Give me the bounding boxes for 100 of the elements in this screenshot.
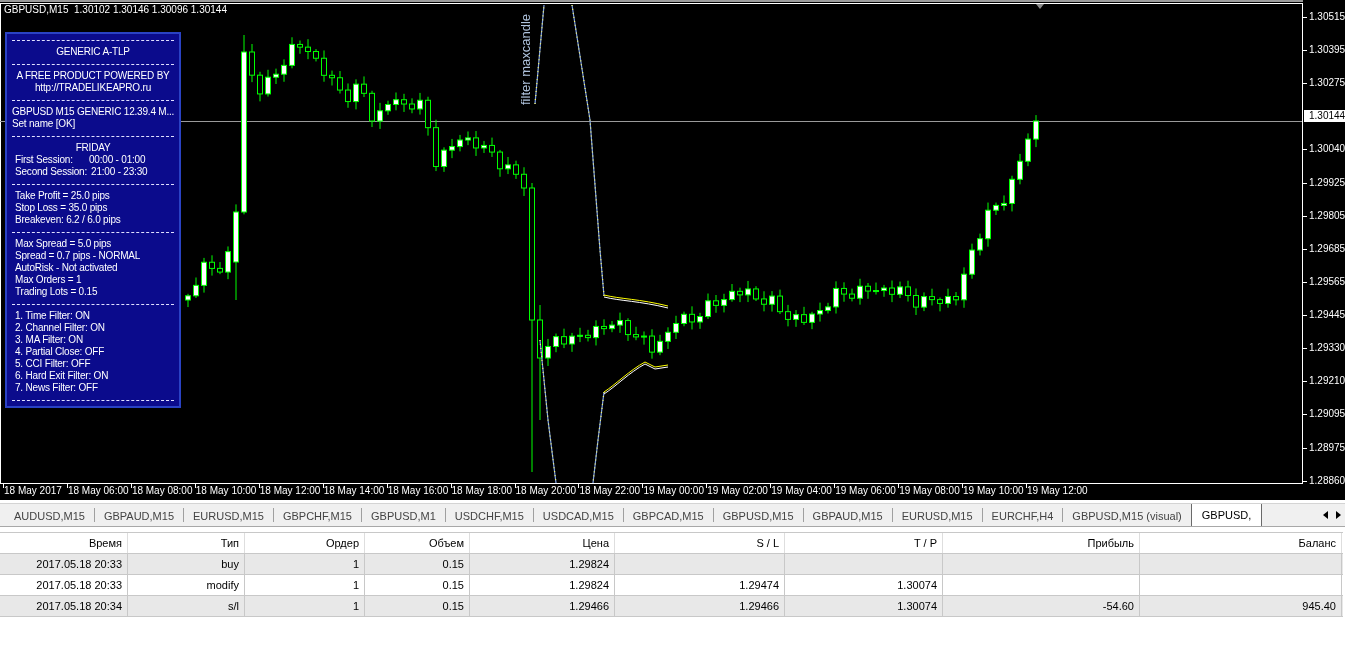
time-label: 18 May 20:00 <box>515 485 577 497</box>
time-label: 18 May 14:00 <box>323 485 385 497</box>
panel-text: A FREE PRODUCT POWERED BY <box>16 70 170 81</box>
caret-left-icon[interactable] <box>1323 511 1328 519</box>
column-header[interactable]: Ордер <box>245 533 365 553</box>
table-cell: s/l <box>128 596 245 616</box>
column-header[interactable]: Объем <box>365 533 470 553</box>
panel-text: Max Spread = 5.0 pips <box>15 238 112 249</box>
time-label: 19 May 02:00 <box>707 485 768 497</box>
column-header[interactable]: Прибыль <box>943 533 1140 553</box>
table-row[interactable]: 2017.05.18 20:33 modify 1 0.15 1.29824 1.29474 1.30074 <box>0 575 1343 596</box>
table-cell: 1.29466 <box>615 596 785 616</box>
panel-text: GBPUSD M15 GENERIC 12.39.4 M... <box>12 106 175 117</box>
table-cell: 1.29824 <box>470 575 615 595</box>
column-header[interactable]: Цена <box>470 533 615 553</box>
table-row[interactable]: 2017.05.18 20:33 buy 1 0.15 1.29824 <box>0 554 1343 575</box>
tab[interactable]: EURUSD,M15 <box>892 504 982 526</box>
panel-text: 3. MA Filter: ON <box>15 334 83 345</box>
table-cell: 0.15 <box>365 575 470 595</box>
time-label: 19 May 00:00 <box>643 485 704 497</box>
panel-text: http://TRADELIKEAPRO.ru <box>35 82 151 93</box>
panel-text: 4. Partial Close: OFF <box>15 346 105 357</box>
price-label: 1.30515 <box>1309 10 1345 23</box>
time-label: 18 May 16:00 <box>387 485 449 497</box>
tab[interactable]: EURCHF,H4 <box>982 504 1063 526</box>
column-header[interactable]: Баланс <box>1140 533 1342 553</box>
panel-text: GENERIC A-TLP <box>56 46 130 57</box>
time-label: 18 May 08:00 <box>131 485 193 497</box>
time-label: 19 May 04:00 <box>771 485 832 497</box>
column-header[interactable]: S / L <box>615 533 785 553</box>
time-label: 19 May 08:00 <box>899 485 960 497</box>
table-row[interactable]: 2017.05.18 20:34 s/l 1 0.15 1.29466 1.29466 1.30074 -54.60 945.40 <box>0 596 1343 617</box>
panel-text: 5. CCI Filter: OFF <box>15 358 91 369</box>
panel-text: FRIDAY <box>75 142 111 153</box>
session-time: 21:00 - 23:30 <box>91 166 148 178</box>
time-label: 19 May 06:00 <box>835 485 896 497</box>
caret-right-icon[interactable] <box>1336 511 1341 519</box>
panel-text: Spread = 0.7 pips - NORMAL <box>15 250 141 261</box>
tab[interactable]: GBPUSD,M1 <box>362 504 445 526</box>
tab[interactable]: GBPAUD,M15 <box>94 504 183 526</box>
time-label: 18 May 22:00 <box>579 485 641 497</box>
panel-text: AutoRisk - Not activated <box>15 262 118 273</box>
time-label: 18 May 18:00 <box>451 485 513 497</box>
table-cell: 1.29466 <box>470 596 615 616</box>
tab[interactable]: USDCHF,M15 <box>445 504 533 526</box>
panel-text: Breakeven: 6.2 / 6.0 pips <box>15 214 121 225</box>
price-label: 1.29685 <box>1309 242 1345 255</box>
chart-title: GBPUSD,M15 1.30102 1.30146 1.30096 1.30144 <box>4 4 227 16</box>
tab[interactable]: GBPUSD,M15 (visual) <box>1063 504 1191 526</box>
table-cell: 1.30074 <box>785 575 943 595</box>
column-header[interactable]: T / P <box>785 533 943 553</box>
tab[interactable]: GBPAUD,M15 <box>803 504 892 526</box>
price-label: 1.28975 <box>1309 441 1345 454</box>
panel-text: 6. Hard Exit Filter: ON <box>15 370 109 381</box>
time-label: 19 May 10:00 <box>963 485 1024 497</box>
table-cell: 1.29824 <box>470 554 615 574</box>
column-header[interactable]: Время <box>0 533 128 553</box>
session-label: First Session: <box>15 154 74 166</box>
tab[interactable]: GBPUSD,M15 <box>713 504 803 526</box>
table-cell: 945.40 <box>1140 596 1342 616</box>
table-cell: 1.30074 <box>785 596 943 616</box>
panel-text: Set name [OK] <box>12 118 75 129</box>
tab[interactable]: AUDUSD,M15 <box>5 504 94 526</box>
price-label: 1.29565 <box>1309 275 1345 288</box>
panel-text: Take Profit = 25.0 pips <box>15 190 110 201</box>
time-label: 18 May 2017 <box>4 485 62 497</box>
time-label: 19 May 12:00 <box>1027 485 1088 497</box>
tab[interactable]: GBPCHF,M15 <box>273 504 361 526</box>
tab[interactable]: EURUSD,M15 <box>184 504 273 526</box>
table-cell: 0.15 <box>365 554 470 574</box>
table-cell: 1 <box>245 554 365 574</box>
table-cell: 2017.05.18 20:33 <box>0 575 128 595</box>
column-header[interactable]: Тип <box>128 533 245 553</box>
price-label: 1.29925 <box>1309 176 1345 189</box>
price-label: 1.29805 <box>1309 209 1345 222</box>
price-label: 1.29330 <box>1309 342 1345 355</box>
table-cell: 0.15 <box>365 596 470 616</box>
session-time: 00:00 - 01:00 <box>89 154 146 166</box>
tab[interactable]: GBPUSD, <box>1190 504 1263 526</box>
panel-text: 2. Channel Filter: ON <box>15 322 105 333</box>
time-label: 18 May 06:00 <box>67 485 129 497</box>
table-cell: 2017.05.18 20:33 <box>0 554 128 574</box>
price-label: 1.29445 <box>1309 309 1345 322</box>
panel-text: 7. News Filter: OFF <box>15 382 98 393</box>
table-cell: 2017.05.18 20:34 <box>0 596 128 616</box>
panel-text: Stop Loss = 35.0 pips <box>15 202 108 213</box>
band-line <box>603 294 669 309</box>
tab[interactable]: USDCAD,M15 <box>533 504 623 526</box>
price-label: 1.30275 <box>1309 77 1345 90</box>
tab[interactable]: GBPCAD,M15 <box>623 504 713 526</box>
table-cell: 1 <box>245 575 365 595</box>
table-cell: -54.60 <box>943 596 1140 616</box>
down-triangle-icon[interactable] <box>1036 4 1044 9</box>
price-label: 1.30395 <box>1309 44 1345 57</box>
table-cell: buy <box>128 554 245 574</box>
band-line <box>603 361 669 395</box>
time-label: 18 May 12:00 <box>259 485 321 497</box>
time-label: 18 May 10:00 <box>195 485 257 497</box>
panel-text: 1. Time Filter: ON <box>15 310 90 321</box>
panel-text: Max Orders = 1 <box>15 274 82 285</box>
